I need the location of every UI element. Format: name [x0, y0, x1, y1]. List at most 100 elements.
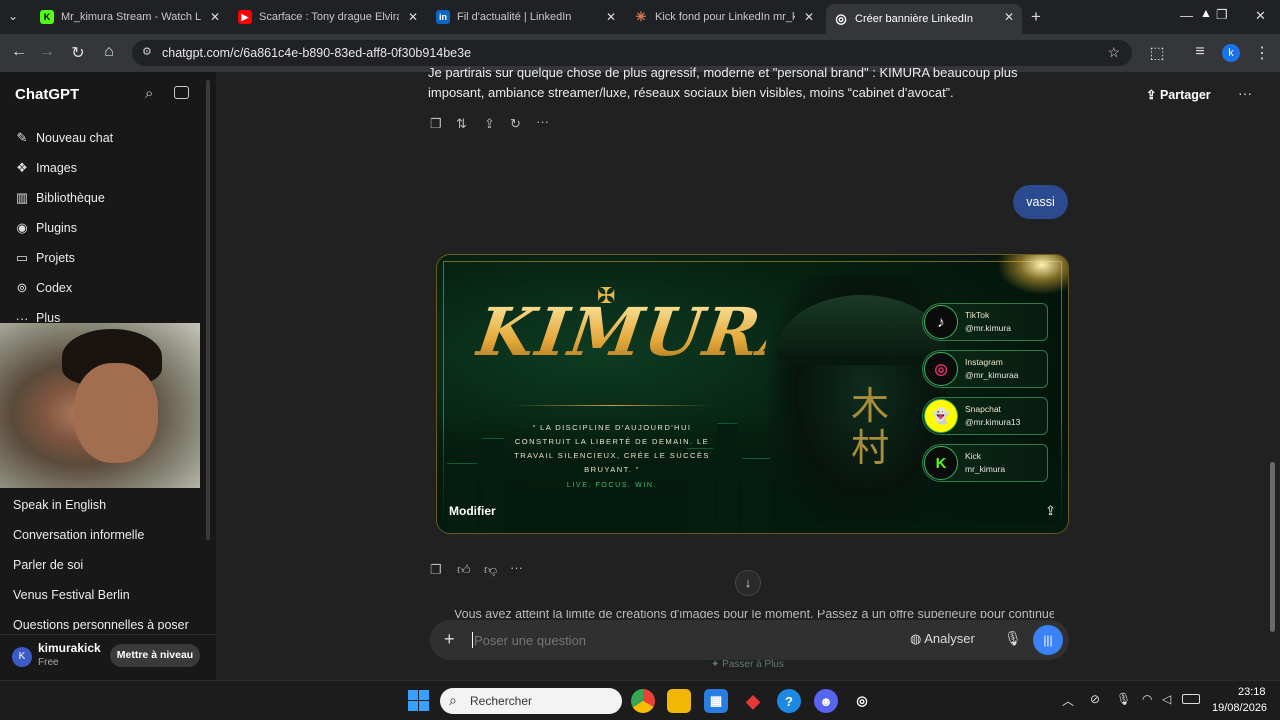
home-icon[interactable]: ⌂: [99, 43, 119, 61]
new-tab-button[interactable]: +: [1031, 7, 1041, 27]
skyline-building: [742, 458, 770, 533]
tab-title: Fil d'actualité | LinkedIn: [457, 11, 572, 23]
edit-icon: ✎: [16, 130, 28, 145]
microsoft-store-icon[interactable]: ▦: [704, 689, 728, 713]
sidebar-scrollbar[interactable]: [206, 80, 210, 540]
network-muted-icon[interactable]: ⊘: [1090, 692, 1100, 706]
discord-icon[interactable]: ☻: [814, 689, 838, 713]
address-bar[interactable]: ⚙ chatgpt.com/c/6a861c4e-b890-83ed-aff8-…: [132, 40, 1132, 66]
tab-kick-stream[interactable]: K Mr_kimura Stream - Watch Live ✕: [32, 4, 228, 30]
battery-icon[interactable]: [1182, 694, 1200, 704]
conversation-menu-icon[interactable]: ···: [1238, 85, 1252, 101]
social-handle: @mr.kimura13: [965, 417, 1021, 427]
folder-icon: ▭: [15, 250, 29, 265]
show-hidden-icons[interactable]: ︿: [1062, 692, 1074, 709]
voice-mode-button[interactable]: |||: [1033, 625, 1063, 655]
back-icon[interactable]: ←: [9, 43, 29, 61]
instagram-icon: ◎: [924, 352, 958, 386]
sidebar-item-plugins[interactable]: ◉ Plugins: [14, 217, 77, 239]
close-window-button[interactable]: ✕: [1255, 8, 1266, 24]
url-text: chatgpt.com/c/6a861c4e-b890-83ed-aff8-0f…: [162, 46, 472, 60]
main-scrollbar[interactable]: [1270, 462, 1275, 632]
forward-icon[interactable]: →: [37, 43, 57, 61]
history-item[interactable]: Conversation informelle: [13, 528, 144, 542]
clock-time[interactable]: 23:18: [1238, 686, 1266, 698]
tab-claude-kick[interactable]: ✳ Kick fond pour LinkedIn mr_kim ✕: [626, 4, 822, 30]
media-control-icon[interactable]: ≡: [1190, 43, 1210, 61]
thumbs-up-icon[interactable]: 👍︎: [457, 562, 471, 578]
tab-close-icon[interactable]: ✕: [1004, 10, 1014, 24]
sidebar-item-label: Codex: [36, 281, 73, 295]
sidebar-item-label: Nouveau chat: [36, 131, 114, 145]
more-actions-icon[interactable]: ···: [536, 114, 549, 129]
volume-icon[interactable]: ◁: [1162, 692, 1171, 706]
wifi-icon[interactable]: ◠: [1142, 692, 1152, 706]
feedback-icon[interactable]: ⇅: [456, 116, 467, 132]
bookmark-star-icon[interactable]: ☆: [1107, 44, 1120, 61]
extensions-icon[interactable]: ⬚: [1147, 43, 1167, 63]
tab-chatgpt-banner[interactable]: ◎ Créer bannière LinkedIn ✕: [826, 4, 1022, 34]
brand-title[interactable]: ChatGPT: [15, 86, 79, 103]
tab-title: Mr_kimura Stream - Watch Live: [61, 11, 201, 23]
microphone-tray-icon[interactable]: 🎙︎: [1116, 692, 1131, 706]
plugins-icon: ◉: [16, 220, 28, 235]
sidebar-item-codex[interactable]: ⊚ Codex: [14, 277, 73, 299]
tab-linkedin-feed[interactable]: in Fil d'actualité | LinkedIn ✕: [428, 4, 624, 30]
share-image-icon[interactable]: ⇪: [1045, 503, 1056, 519]
microphone-icon[interactable]: 🎙︎: [1004, 630, 1022, 647]
sidebar-item-projects[interactable]: ▭ Projets: [14, 247, 75, 269]
file-explorer-icon[interactable]: [667, 689, 691, 713]
history-item[interactable]: Venus Festival Berlin: [13, 588, 130, 602]
sidebar-toggle-icon[interactable]: [174, 86, 189, 99]
generated-banner-image[interactable]: ✠ KIMURA “ LA DISCIPLINE D'AUJOURD'HUI C…: [436, 254, 1069, 534]
minimize-button[interactable]: —: [1180, 8, 1193, 23]
taskbar-search[interactable]: ⌕ Rechercher: [440, 688, 622, 714]
history-item[interactable]: Parler de soi: [13, 558, 83, 572]
upgrade-button[interactable]: Mettre à niveau: [110, 644, 200, 667]
history-item[interactable]: Speak in English: [13, 498, 106, 512]
tab-close-icon[interactable]: ✕: [408, 10, 418, 24]
history-item[interactable]: Questions personnelles à poser: [13, 618, 189, 630]
clock-date[interactable]: 19/08/2026: [1212, 702, 1267, 714]
chrome-icon[interactable]: [631, 689, 655, 713]
banner-kanji: 木村: [851, 384, 890, 470]
tab-search-button[interactable]: ⌄: [8, 9, 18, 23]
more-actions-icon[interactable]: ···: [510, 560, 523, 575]
sidebar-item-new-chat[interactable]: ✎ Nouveau chat: [14, 127, 114, 149]
share-button[interactable]: ⇪ Partager: [1146, 87, 1211, 102]
help-icon[interactable]: ?: [777, 689, 801, 713]
sidebar-item-images[interactable]: ❖ Images: [14, 157, 77, 179]
sidebar-item-library[interactable]: ▥ Bibliothèque: [14, 187, 105, 209]
tab-youtube-scarface[interactable]: ▶ Scarface : Tony drague Elvira C ✕: [230, 4, 426, 30]
browser-menu-icon[interactable]: ⋮: [1252, 43, 1272, 63]
tab-title: Scarface : Tony drague Elvira C: [259, 11, 399, 23]
browser-tab-bar: ⌄ K Mr_kimura Stream - Watch Live ✕ ▶ Sc…: [0, 0, 1280, 34]
share-message-icon[interactable]: ⇪: [484, 116, 495, 132]
app-red-icon[interactable]: ◆: [741, 689, 765, 713]
copy-icon[interactable]: ❐: [430, 562, 442, 578]
site-info-icon[interactable]: ⚙: [142, 45, 152, 58]
tab-close-icon[interactable]: ✕: [606, 10, 616, 24]
chatgpt-app-icon[interactable]: ◎: [850, 689, 874, 713]
user-section[interactable]: K kimurakick Free Mettre à niveau: [0, 634, 216, 680]
analyze-button[interactable]: ◍ Analyser: [910, 631, 975, 647]
regenerate-icon[interactable]: ↻: [510, 116, 521, 132]
skyline-building: [482, 438, 504, 533]
upgrade-hint[interactable]: ✦ Passer à Plus: [711, 659, 784, 670]
search-icon[interactable]: ⌕: [145, 85, 153, 102]
kick-favicon-icon: K: [40, 10, 54, 24]
scroll-to-bottom-button[interactable]: ↓: [735, 570, 761, 596]
banner-quote: “ LA DISCIPLINE D'AUJOURD'HUI CONSTRUIT …: [514, 423, 710, 474]
prompt-input[interactable]: [474, 630, 894, 650]
restore-button[interactable]: ❐: [1216, 7, 1228, 23]
reload-icon[interactable]: ↻: [68, 43, 88, 63]
copy-icon[interactable]: ❐: [430, 116, 442, 132]
social-name: Kick: [965, 451, 982, 461]
thumbs-down-icon[interactable]: 👎︎: [484, 562, 497, 578]
edit-image-button[interactable]: Modifier: [449, 504, 496, 518]
tab-close-icon[interactable]: ✕: [804, 10, 814, 24]
profile-avatar[interactable]: k: [1222, 44, 1240, 62]
add-attachment-icon[interactable]: +: [444, 629, 455, 650]
windows-start-icon[interactable]: [408, 690, 429, 711]
tab-close-icon[interactable]: ✕: [210, 10, 220, 24]
